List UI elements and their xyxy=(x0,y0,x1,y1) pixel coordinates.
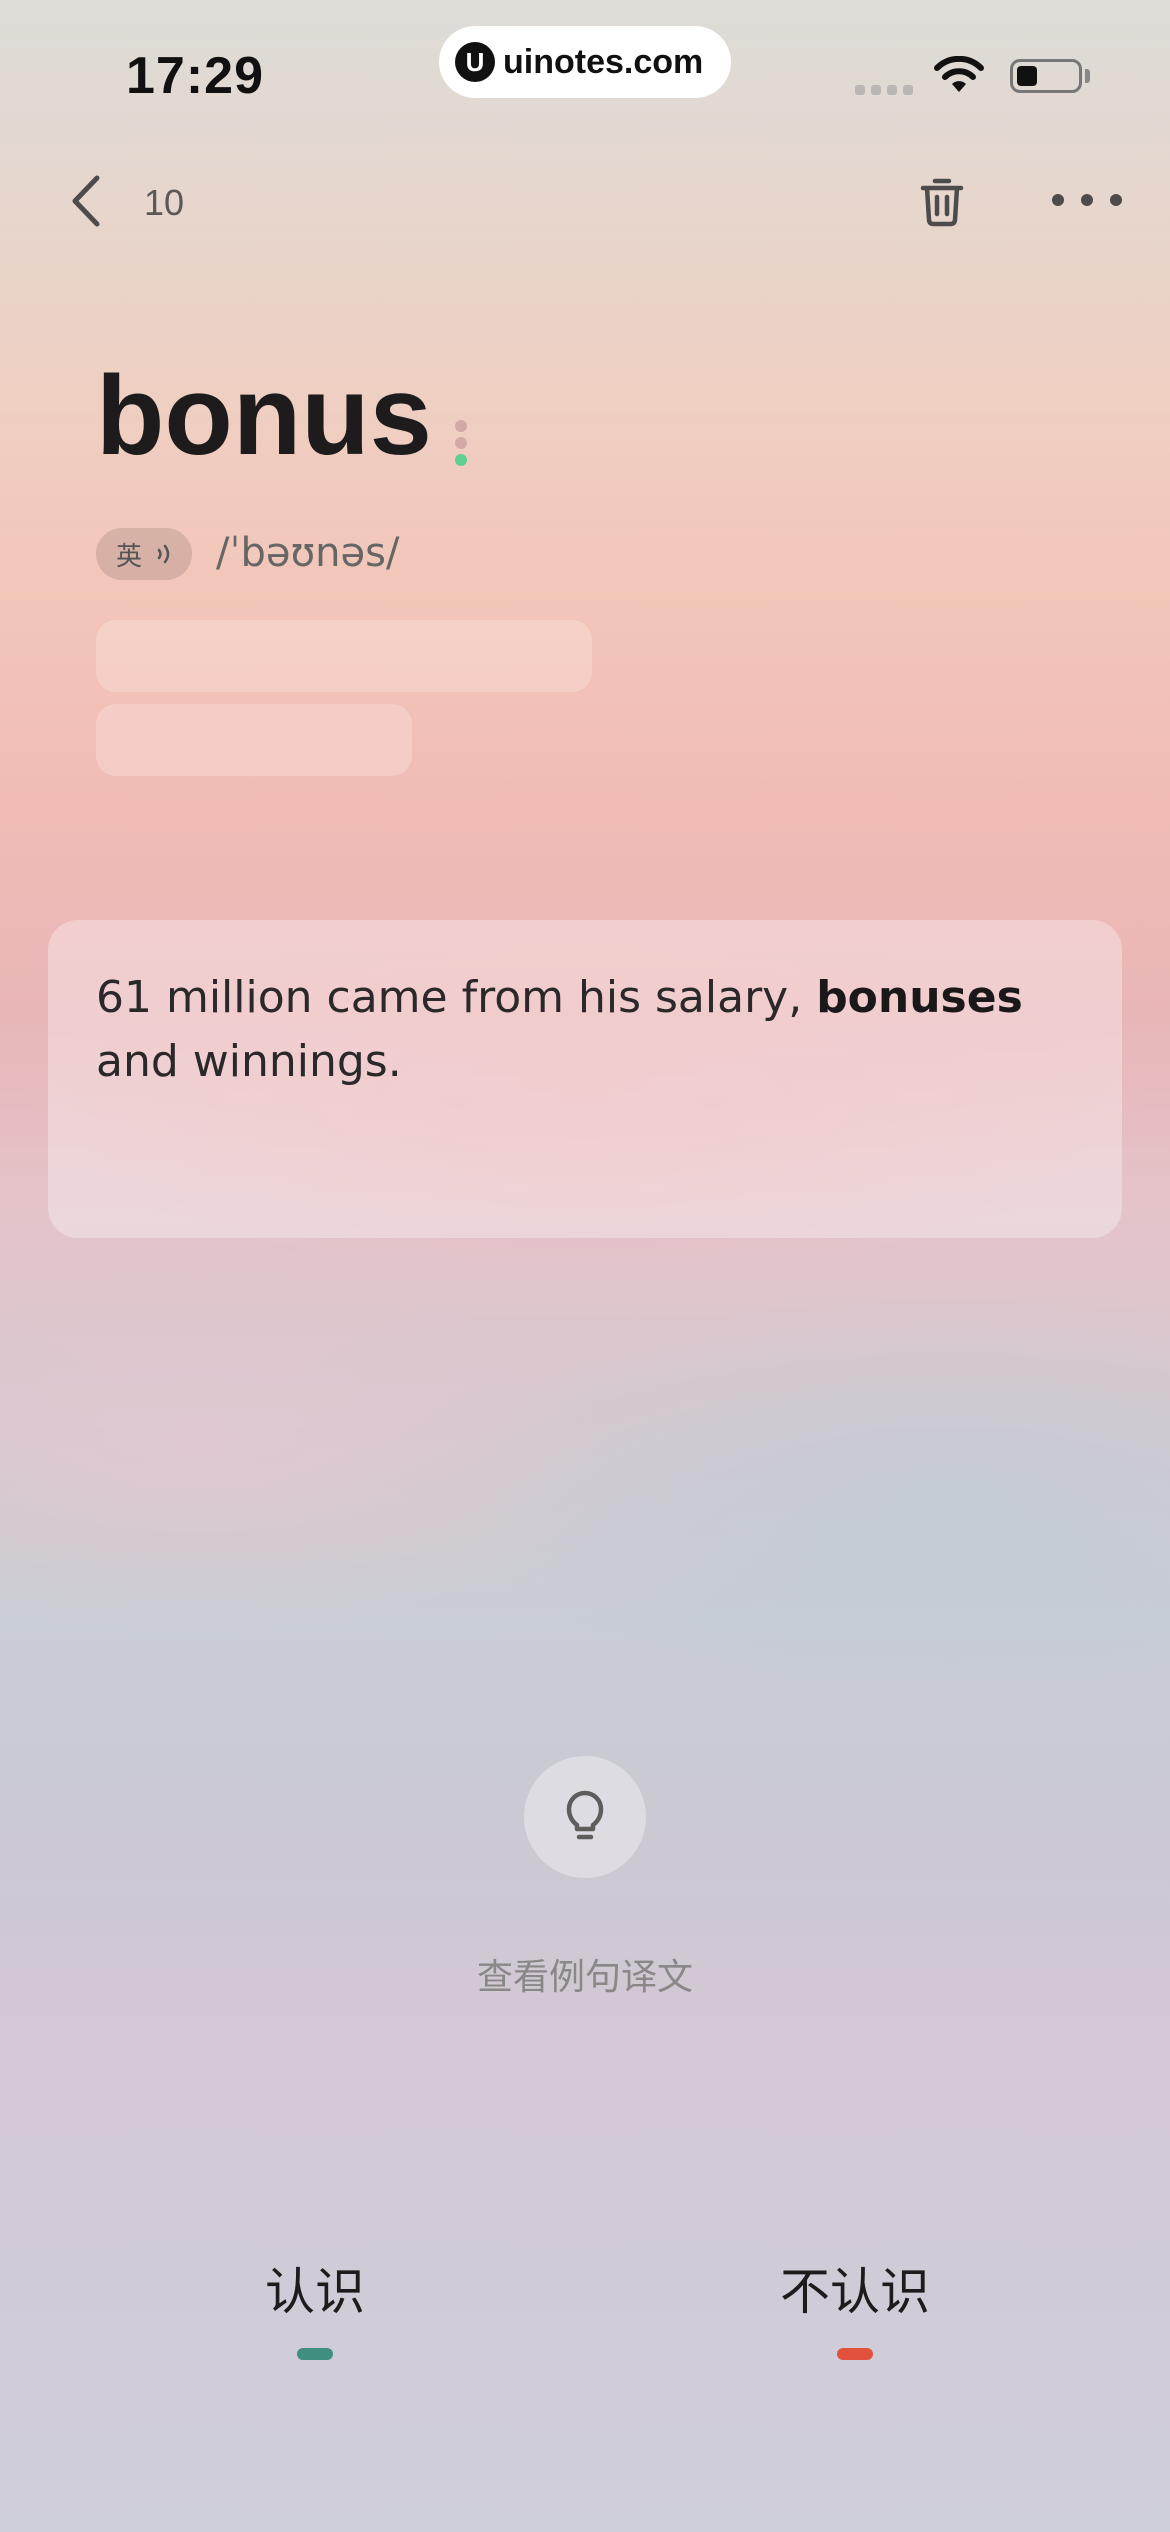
battery-cap xyxy=(1085,69,1090,83)
page-counter: 10 xyxy=(144,182,185,223)
example-text-after: and winnings. xyxy=(96,1036,402,1087)
example-highlight: bonuses xyxy=(816,972,1023,1023)
speaker-icon xyxy=(157,544,170,564)
unknown-button[interactable]: 不认识 xyxy=(770,2260,940,2400)
more-dot xyxy=(1052,194,1064,206)
status-time: 17:29 xyxy=(126,47,264,105)
cellular-signal-icon xyxy=(855,85,913,95)
familiarity-dot xyxy=(455,454,467,466)
language-tag: 英 xyxy=(115,541,142,572)
example-sentence: 61 million came from his salary, bonuses… xyxy=(96,966,1074,1094)
back-button[interactable] xyxy=(56,166,116,236)
unknown-indicator xyxy=(837,2348,873,2360)
more-dot xyxy=(1110,194,1122,206)
unknown-label: 不认识 xyxy=(780,2263,930,2321)
trash-icon xyxy=(920,178,964,227)
watermark-badge: U uinotes.com xyxy=(439,26,731,98)
definition-placeholder xyxy=(96,620,592,692)
familiarity-dot xyxy=(455,420,467,432)
know-button[interactable]: 认识 xyxy=(245,2260,385,2400)
pronunciation-button[interactable]: 英 xyxy=(96,528,192,580)
wifi-icon xyxy=(934,56,984,92)
phonetic: /ˈbəʊnəs/ xyxy=(216,530,400,576)
lightbulb-icon xyxy=(566,1790,604,1840)
definition-placeholder xyxy=(96,704,412,776)
example-sentence-card: 61 million came from his salary, bonuses… xyxy=(48,920,1122,1238)
watermark-logo-icon: U xyxy=(455,42,495,82)
more-button[interactable] xyxy=(1052,180,1122,220)
more-dot xyxy=(1081,194,1093,206)
familiarity-dot xyxy=(455,437,467,449)
battery-icon xyxy=(1010,59,1082,93)
show-translation-label[interactable]: 查看例句译文 xyxy=(0,1948,1170,2000)
example-text-before: 61 million came from his salary, xyxy=(96,972,817,1023)
chevron-left-icon xyxy=(72,175,100,227)
word-title: bonus xyxy=(96,353,432,478)
familiarity-indicator xyxy=(455,420,467,466)
show-translation-button[interactable] xyxy=(524,1756,646,1878)
watermark-text: uinotes.com xyxy=(503,42,704,81)
know-indicator xyxy=(297,2348,333,2360)
know-label: 认识 xyxy=(265,2263,365,2321)
delete-button[interactable] xyxy=(912,170,972,234)
